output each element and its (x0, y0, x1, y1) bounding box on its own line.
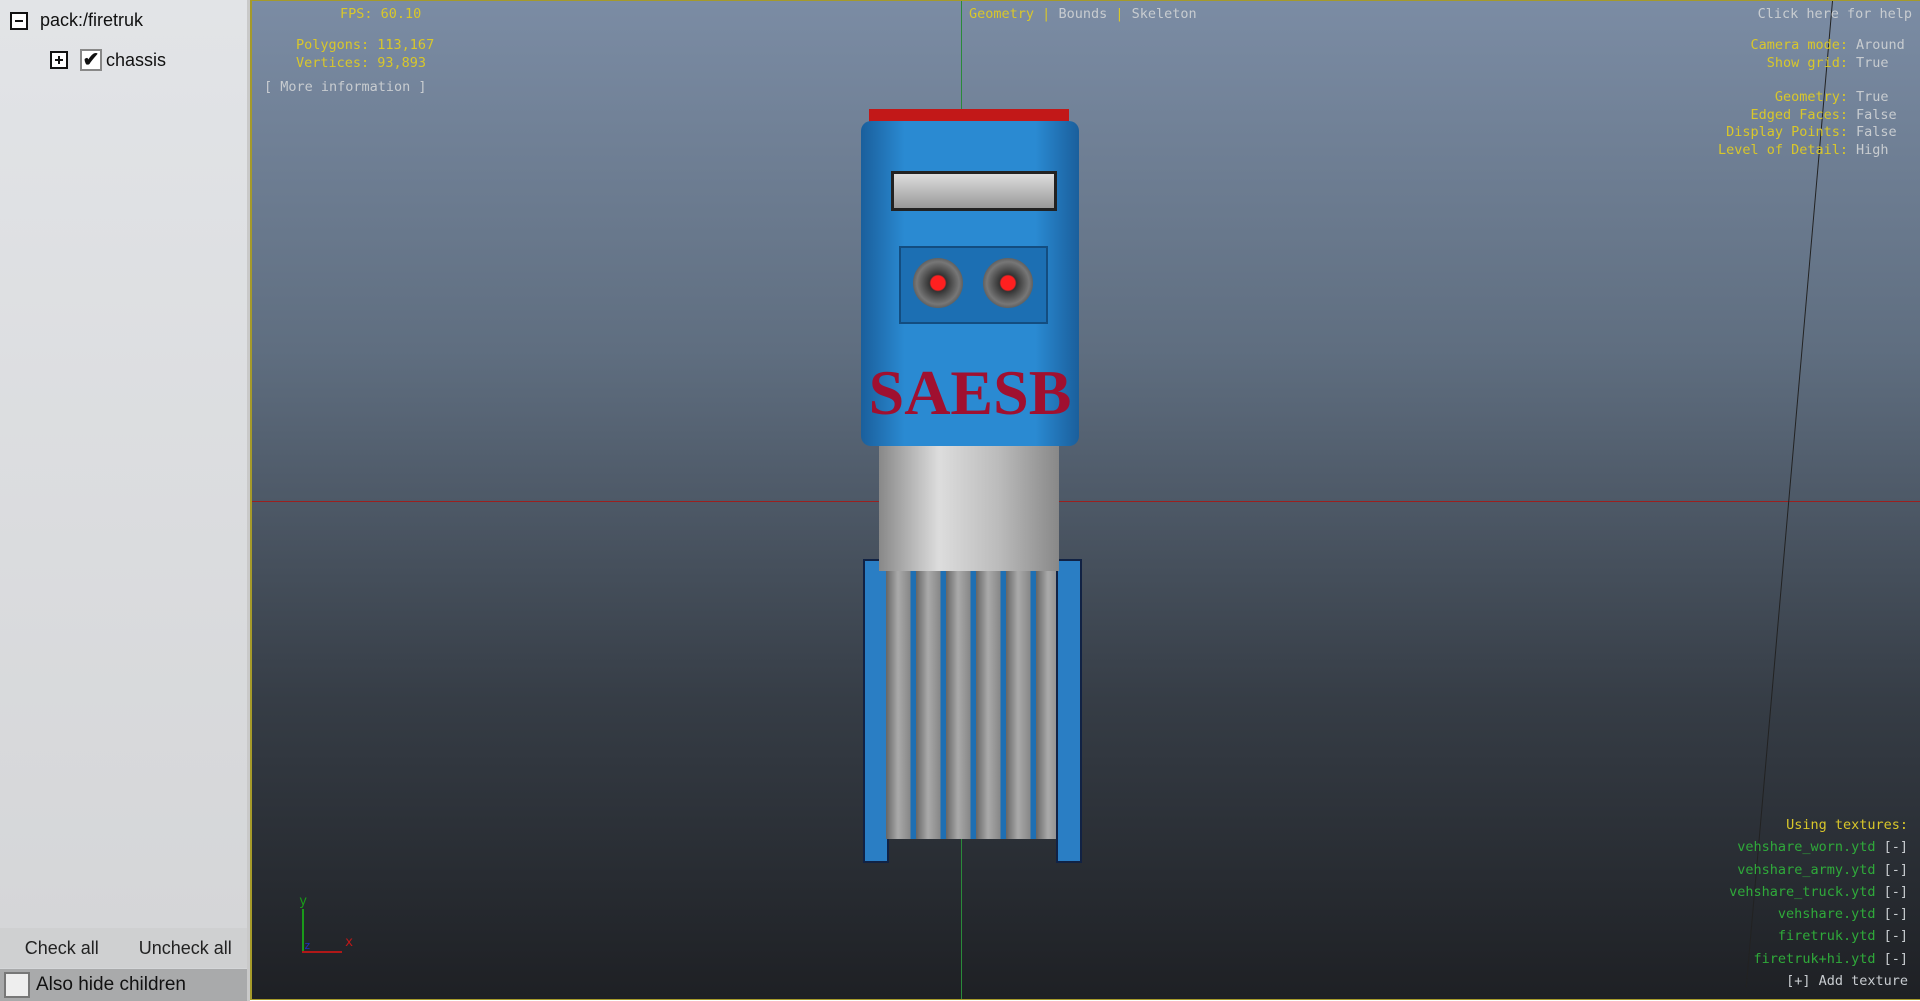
render-mode-tabs: Geometry | Bounds | Skeleton (969, 6, 1197, 22)
remove-texture-button[interactable]: [-] (1884, 884, 1908, 900)
setting-show-grid[interactable]: Show grid: True (1718, 55, 1916, 73)
firetruck-model[interactable]: SAESB (851, 109, 1098, 889)
setting-value: True (1856, 89, 1889, 105)
setting-level-of-detail[interactable]: Level of Detail: High (1718, 142, 1916, 160)
model-tree-panel: pack:/firetruk ✔ chassis Check all Unche… (0, 0, 250, 1001)
setting-label: Show grid: (1766, 54, 1848, 71)
x-axis-label: x (345, 934, 354, 950)
separator: | (1115, 6, 1124, 22)
vertices-value: 93,893 (377, 55, 427, 71)
texture-name: firetruk.ytd (1777, 928, 1876, 945)
model-logo: SAESB (868, 357, 1072, 428)
setting-display-points[interactable]: Display Points: False (1718, 124, 1916, 142)
tab-geometry[interactable]: Geometry (969, 6, 1034, 22)
setting-label: Geometry: (1774, 89, 1848, 105)
vertices-readout: Vertices: 93,893 (296, 55, 426, 71)
also-hide-children-checkbox[interactable] (4, 972, 30, 998)
expand-icon[interactable] (50, 51, 68, 69)
setting-label: Display Points: (1726, 124, 1848, 140)
help-link[interactable]: Click here for help (1758, 6, 1912, 22)
setting-value: False (1856, 124, 1897, 140)
setting-value: Around (1856, 37, 1905, 53)
setting-value: High (1856, 141, 1889, 158)
setting-label: Level of Detail: (1717, 141, 1848, 158)
setting-label: Camera mode: (1750, 37, 1848, 53)
polygons-value: 113,167 (377, 37, 435, 53)
more-information-link[interactable]: [ More information ] (264, 79, 427, 95)
collapse-icon[interactable] (10, 11, 28, 30)
texture-item: vehshare_truck.ytd [-] (1729, 881, 1908, 903)
truck-bed (886, 569, 1056, 839)
headlight-icon (983, 258, 1033, 308)
separator: | (1042, 6, 1051, 22)
texture-name: vehshare.ytd (1777, 906, 1876, 923)
polygons-label: Polygons: (296, 37, 370, 53)
add-texture-button[interactable]: [+] Add texture (1729, 970, 1908, 992)
texture-name: firetruk+hi.ytd (1753, 950, 1876, 967)
also-hide-children-label: Also hide children (36, 974, 186, 995)
remove-texture-button[interactable]: [-] (1884, 862, 1908, 878)
settings-list: Camera mode: Around Show grid: True Geomet… (1718, 37, 1916, 159)
texture-item: vehshare_army.ytd [-] (1729, 859, 1908, 881)
headlight-icon (913, 258, 963, 308)
polygons-readout: Polygons: 113,167 (296, 37, 434, 53)
tab-bounds[interactable]: Bounds (1058, 6, 1107, 22)
textures-title: Using textures: (1786, 817, 1908, 833)
texture-item: firetruk+hi.ytd [-] (1729, 948, 1908, 970)
truck-cab: SAESB (861, 121, 1079, 446)
texture-name: vehshare_worn.ytd (1737, 839, 1876, 856)
truck-midsection (879, 446, 1059, 571)
texture-item: vehshare.ytd [-] (1729, 903, 1908, 925)
check-buttons: Check all Uncheck all (0, 928, 247, 968)
setting-geometry[interactable]: Geometry: True (1718, 89, 1916, 107)
remove-texture-button[interactable]: [-] (1884, 906, 1908, 922)
windshield-visor (891, 171, 1057, 211)
also-hide-children-option[interactable]: Also hide children (0, 969, 247, 1001)
setting-value: True (1856, 54, 1889, 71)
vertices-label: Vertices: (296, 55, 370, 71)
remove-texture-button[interactable]: [-] (1884, 928, 1908, 944)
tab-skeleton[interactable]: Skeleton (1132, 6, 1197, 22)
side-rail-right (1056, 559, 1082, 863)
remove-texture-button[interactable]: [-] (1884, 951, 1908, 967)
uncheck-all-button[interactable]: Uncheck all (124, 928, 248, 968)
setting-label: Edged Faces: (1750, 106, 1848, 123)
tree-node-chassis[interactable]: ✔ chassis (50, 49, 166, 71)
texture-name: vehshare_truck.ytd (1729, 883, 1876, 900)
texture-item: firetruk.ytd [-] (1729, 925, 1908, 947)
texture-item: vehshare_worn.ytd [-] (1729, 836, 1908, 858)
fps-readout: FPS: 60.10 (340, 6, 422, 22)
remove-texture-button[interactable]: [-] (1884, 839, 1908, 855)
tree-node-label: pack:/firetruk (40, 10, 144, 30)
tree-node-label: chassis (106, 49, 167, 70)
textures-panel: Using textures: vehshare_worn.ytd [-] ve… (1729, 814, 1908, 992)
setting-value: False (1856, 106, 1897, 123)
3d-viewport[interactable]: SAESB FPS: 60.10 Polygons: 113,167 Verti… (250, 0, 1920, 1000)
tree-node-root[interactable]: pack:/firetruk (10, 10, 143, 31)
chassis-checkbox[interactable]: ✔ (80, 49, 102, 71)
setting-camera-mode[interactable]: Camera mode: Around (1718, 37, 1916, 55)
z-axis-label: z (304, 939, 311, 952)
check-all-button[interactable]: Check all (0, 928, 124, 968)
y-axis-label: y (299, 893, 308, 909)
grill (899, 246, 1048, 324)
texture-name: vehshare_army.ytd (1737, 861, 1876, 878)
setting-edged-faces[interactable]: Edged Faces: False (1718, 107, 1916, 125)
